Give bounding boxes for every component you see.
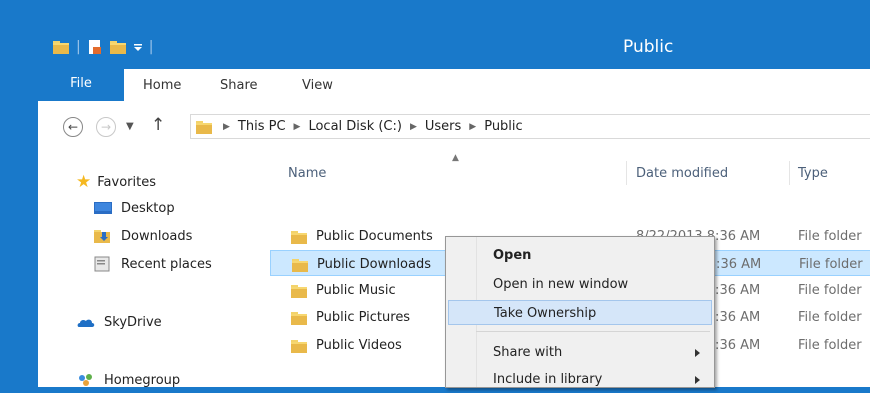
toolbar-divider: | xyxy=(76,39,81,55)
menu-divider xyxy=(476,331,710,332)
recent-places-icon xyxy=(94,256,110,272)
navigation-pane: ★ Favorites Desktop Downloads Recent pla… xyxy=(38,153,268,393)
file-type: File folder xyxy=(799,257,863,272)
breadcrumb-this-pc[interactable]: This PC xyxy=(238,119,286,134)
breadcrumb-separator-icon[interactable]: ▶ xyxy=(410,122,417,132)
column-divider[interactable] xyxy=(789,161,790,185)
file-name: Public Pictures xyxy=(316,310,411,325)
customize-toolbar-icon[interactable] xyxy=(133,42,143,52)
menu-item-open[interactable]: Open xyxy=(448,243,712,268)
tab-file[interactable]: File xyxy=(38,69,124,101)
menu-item-label: Take Ownership xyxy=(494,306,597,321)
file-type: File folder xyxy=(798,338,862,353)
back-button[interactable]: ← xyxy=(63,117,83,137)
forward-button[interactable]: → xyxy=(96,117,116,137)
menu-item-label: Open in new window xyxy=(493,277,629,292)
file-name: Public Music xyxy=(316,283,396,298)
title-bar[interactable]: | | Public xyxy=(38,27,870,69)
downloads-icon xyxy=(94,230,110,243)
menu-item-take-ownership[interactable]: Take Ownership xyxy=(448,300,712,325)
address-bar[interactable]: ▶ This PC ▶ Local Disk (C:) ▶ Users ▶ Pu… xyxy=(190,114,870,139)
menu-item-label: Open xyxy=(493,248,532,263)
column-divider[interactable] xyxy=(626,161,627,185)
file-name: Public Downloads xyxy=(317,257,431,272)
menu-item-label: Include in library xyxy=(493,372,603,387)
breadcrumb-separator-icon[interactable]: ▶ xyxy=(223,122,230,132)
folder-icon xyxy=(291,231,307,244)
nav-item-label: Recent places xyxy=(121,256,212,272)
menu-item-label: Share with xyxy=(493,345,563,360)
nav-skydrive-label: SkyDrive xyxy=(104,314,162,330)
file-type: File folder xyxy=(798,229,862,244)
navigation-bar: ← → ▼ ↑ ▶ This PC ▶ Local Disk (C:) ▶ Us… xyxy=(38,103,870,153)
file-name: Public Documents xyxy=(316,229,433,244)
menu-item-share-with[interactable]: Share with xyxy=(448,340,712,365)
breadcrumb-users[interactable]: Users xyxy=(425,119,461,134)
tab-share[interactable]: Share xyxy=(220,69,258,103)
star-icon: ★ xyxy=(76,172,92,192)
column-header-date-modified[interactable]: Date modified xyxy=(636,166,728,181)
nav-favorites[interactable]: ★ Favorites xyxy=(76,172,156,192)
nav-item-downloads[interactable]: Downloads xyxy=(93,228,192,244)
file-type: File folder xyxy=(798,310,862,325)
folder-icon xyxy=(196,120,212,134)
nav-item-label: Downloads xyxy=(121,228,193,244)
nav-favorites-label: Favorites xyxy=(97,174,156,190)
folder-icon xyxy=(292,259,308,272)
new-folder-icon[interactable] xyxy=(109,39,127,55)
folder-icon[interactable] xyxy=(52,39,70,55)
window-title: Public xyxy=(623,37,674,57)
desktop-icon xyxy=(94,202,112,214)
nav-skydrive[interactable]: SkyDrive xyxy=(76,314,162,330)
folder-icon xyxy=(291,312,307,325)
context-menu: Open Open in new window Take Ownership S… xyxy=(445,236,715,388)
skydrive-icon xyxy=(77,319,95,327)
column-header-name[interactable]: Name xyxy=(288,166,326,181)
nav-item-label: Desktop xyxy=(121,200,175,216)
menu-item-include-in-library[interactable]: Include in library xyxy=(448,367,712,392)
quick-access-toolbar: | | xyxy=(52,39,153,55)
column-header-type[interactable]: Type xyxy=(798,166,828,181)
nav-item-recent-places[interactable]: Recent places xyxy=(93,256,212,272)
nav-item-desktop[interactable]: Desktop xyxy=(93,200,175,216)
properties-icon[interactable] xyxy=(87,39,103,55)
ribbon-tabs: File Home Share View xyxy=(38,69,870,104)
folder-icon xyxy=(291,340,307,353)
file-type: File folder xyxy=(798,283,862,298)
up-button[interactable]: ↑ xyxy=(151,115,165,135)
recent-locations-dropdown[interactable]: ▼ xyxy=(126,121,134,132)
tab-home[interactable]: Home xyxy=(143,69,181,103)
nav-homegroup[interactable]: Homegroup xyxy=(76,372,180,388)
breadcrumb-separator-icon[interactable]: ▶ xyxy=(469,122,476,132)
breadcrumb-local-disk[interactable]: Local Disk (C:) xyxy=(308,119,401,134)
breadcrumb-public[interactable]: Public xyxy=(484,119,522,134)
nav-homegroup-label: Homegroup xyxy=(104,372,181,388)
homegroup-icon xyxy=(79,374,92,386)
file-name: Public Videos xyxy=(316,338,402,353)
folder-icon xyxy=(291,285,307,298)
tab-view[interactable]: View xyxy=(302,69,333,103)
menu-item-open-in-new-window[interactable]: Open in new window xyxy=(448,272,712,297)
toolbar-divider: | xyxy=(148,39,154,55)
sort-ascending-icon: ▲ xyxy=(452,153,459,163)
submenu-arrow-icon xyxy=(695,349,700,357)
breadcrumb-separator-icon[interactable]: ▶ xyxy=(294,122,301,132)
